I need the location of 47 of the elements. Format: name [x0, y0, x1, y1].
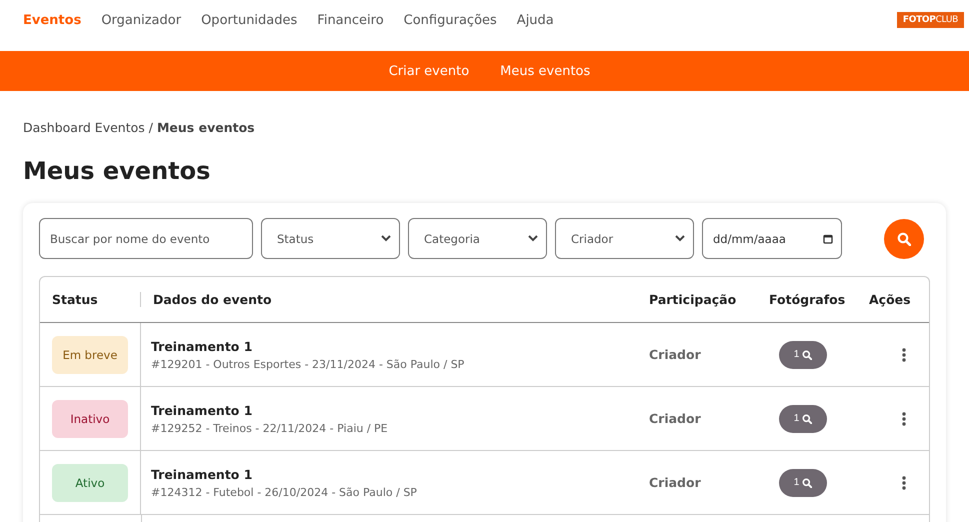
- logo[interactable]: FOTOPCLUB: [896, 12, 964, 28]
- event-details: #129201 - Outros Esportes - 23/11/2024 - São Paulo / SP: [151, 358, 466, 370]
- participation-text: Criador: [648, 411, 702, 426]
- page-title: Meus eventos: [23, 157, 212, 185]
- date-field[interactable]: dd/mm/aaaa: [702, 218, 842, 259]
- more-options-icon[interactable]: [902, 412, 906, 426]
- nav-link[interactable]: Organizador: [101, 12, 182, 28]
- search-icon: [802, 414, 812, 424]
- event-name: Treinamento 1: [151, 402, 254, 418]
- search-icon: [897, 232, 911, 246]
- select-field[interactable]: Status: [261, 218, 400, 259]
- chevron-down-icon: [381, 235, 391, 242]
- status-badge: Inativo: [52, 400, 128, 438]
- column-header: Ações: [868, 292, 912, 307]
- breadcrumb-current: Meus eventos: [156, 120, 255, 135]
- select-field[interactable]: Criador: [555, 218, 694, 259]
- status-badge: Ativo: [52, 464, 128, 502]
- chevron-down-icon: [528, 235, 538, 242]
- nav-link[interactable]: Configurações: [404, 12, 497, 28]
- nav-link[interactable]: Financeiro: [317, 12, 384, 28]
- participation-text: Criador: [648, 475, 702, 490]
- chevron-down-icon: [675, 235, 685, 242]
- column-header: Status: [40, 292, 141, 307]
- search-button[interactable]: [884, 218, 924, 258]
- search-icon: [802, 478, 812, 488]
- event-details: #124312 - Futebol - 26/10/2024 - São Paulo / SP: [151, 486, 418, 498]
- breadcrumb-separator: /: [148, 120, 153, 135]
- nav-link[interactable]: Ajuda: [516, 12, 554, 28]
- search-field[interactable]: Buscar por nome do evento: [39, 218, 253, 259]
- calendar-icon: [823, 234, 833, 244]
- more-options-icon[interactable]: [902, 348, 906, 362]
- breadcrumb-link[interactable]: Dashboard Eventos: [23, 120, 145, 135]
- search-icon: [802, 350, 812, 360]
- column-header: Dados do evento: [152, 292, 273, 307]
- photographers-button[interactable]: 1: [779, 404, 827, 432]
- participation-text: Criador: [648, 347, 702, 362]
- select-field[interactable]: Categoria: [408, 218, 547, 259]
- column-header: Participação: [648, 292, 738, 307]
- event-details: #129252 - Treinos - 22/11/2024 - Piaiu / PE: [151, 422, 389, 434]
- column-header: Fotógrafos: [768, 292, 846, 307]
- event-name: Treinamento 1: [151, 338, 254, 354]
- photographers-button[interactable]: 1: [779, 340, 827, 368]
- status-badge: Em breve: [52, 336, 128, 374]
- more-options-icon[interactable]: [902, 476, 906, 490]
- photographers-button[interactable]: 1: [779, 468, 827, 496]
- nav-link[interactable]: Oportunidades: [201, 12, 298, 28]
- event-name: Treinamento 1: [151, 466, 254, 482]
